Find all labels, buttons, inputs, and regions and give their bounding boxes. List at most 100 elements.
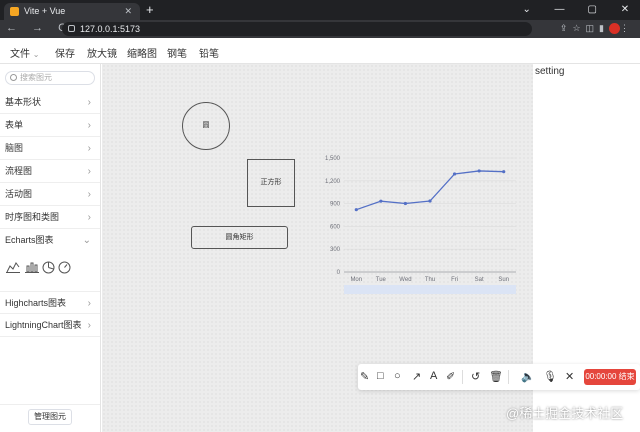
data-point[interactable] <box>403 201 408 206</box>
profile-avatar[interactable] <box>609 23 620 35</box>
x-tick-label: Tue <box>376 277 387 283</box>
screen-recorder-bar: ✎ □ ○ ↗ A ✐ ↺ 🗑 🔈 🎙 ✕ 00:00:00 结束 <box>358 364 640 390</box>
minimize-button[interactable]: — <box>544 0 574 20</box>
y-tick-label: 1,200 <box>325 179 341 185</box>
ellipse-tool-icon[interactable]: ○ <box>394 370 401 382</box>
category-form[interactable]: 表单 › <box>0 114 100 137</box>
datazoom-slider[interactable] <box>344 285 516 294</box>
data-point[interactable] <box>379 199 383 203</box>
chevron-right-icon: › <box>87 166 91 177</box>
x-tick-label: Thu <box>425 277 435 283</box>
category-lightningchart[interactable]: LightningChart图表 › <box>0 314 100 337</box>
speaker-icon[interactable]: 🔈 <box>521 370 535 383</box>
extension-icons: ⇪☆◫▮ ⋮ <box>560 23 634 35</box>
square-shape[interactable]: 正方形 <box>247 159 295 207</box>
line-chart-icon[interactable] <box>6 261 20 276</box>
category-basic-shapes[interactable]: 基本形状 › <box>0 91 100 114</box>
trash-icon[interactable]: 🗑 <box>489 370 503 383</box>
pen-tool-icon[interactable]: ✎ <box>360 370 369 383</box>
bar-chart-icon[interactable] <box>25 261 39 276</box>
url-field[interactable]: 127.0.0.1:5173 <box>62 22 532 36</box>
x-tick-label: Sat <box>475 277 484 283</box>
site-info-icon[interactable] <box>68 25 75 32</box>
chevron-right-icon: › <box>87 189 91 200</box>
close-icon[interactable]: ✕ <box>565 370 574 383</box>
browser-tab[interactable]: Vite + Vue ✕ <box>4 3 140 20</box>
menu-icon[interactable]: ⋮ <box>620 23 634 33</box>
category-label: 流程图 <box>5 166 33 176</box>
app-toolbar: 文件 ⌄ 保存 放大镜 缩略图 钢笔 铅笔 <box>0 38 640 64</box>
magnifier-button[interactable]: 放大镜 <box>87 45 117 60</box>
rectangle-tool-icon[interactable]: □ <box>377 370 384 382</box>
file-menu[interactable]: 文件 ⌄ <box>10 45 39 60</box>
category-label: 时序图和类图 <box>5 212 60 222</box>
window-controls: ⌄ — ▢ ✕ <box>512 0 640 20</box>
category-label: Highcharts图表 <box>5 298 67 308</box>
highlighter-tool-icon[interactable]: ✐ <box>446 370 455 383</box>
y-tick-label: 600 <box>330 224 341 230</box>
echarts-line-chart[interactable]: 0 300 600 900 1,200 1,500 Mon Tue Wed Thu Fri Sat S… <box>317 152 522 300</box>
pen-button[interactable]: 钢笔 <box>167 45 187 60</box>
file-menu-label: 文件 <box>10 49 30 60</box>
chevron-down-icon: ⌄ <box>32 50 40 59</box>
echarts-icon-group <box>6 261 96 277</box>
data-point[interactable] <box>477 169 481 173</box>
x-tick-label: Mon <box>350 277 362 283</box>
data-point[interactable] <box>428 199 432 203</box>
category-highcharts[interactable]: Highcharts图表 › <box>0 291 100 314</box>
undo-icon[interactable]: ↺ <box>471 370 480 383</box>
x-tick-label: Fri <box>451 277 458 283</box>
setting-title: setting <box>535 66 565 77</box>
chevron-right-icon: › <box>87 212 91 223</box>
category-flowchart[interactable]: 流程图 › <box>0 160 100 183</box>
y-tick-label: 0 <box>337 270 341 276</box>
save-button[interactable]: 保存 <box>55 45 75 60</box>
category-activity[interactable]: 活动图 › <box>0 183 100 206</box>
category-sequence-class[interactable]: 时序图和类图 › <box>0 206 100 229</box>
category-mindmap[interactable]: 脑图 › <box>0 137 100 160</box>
extensions-icon[interactable]: ◫ <box>586 23 600 33</box>
y-tick-label: 1,500 <box>325 156 341 162</box>
tab-search-icon[interactable]: ⌄ <box>512 0 542 20</box>
category-label: LightningChart图表 <box>5 320 82 330</box>
vite-favicon-icon <box>10 7 19 16</box>
search-icon <box>10 74 17 81</box>
search-input[interactable]: 搜索图元 <box>5 71 95 85</box>
browser-tab-bar: Vite + Vue ✕ + ⌄ — ▢ ✕ <box>0 0 640 20</box>
data-point[interactable] <box>452 172 457 176</box>
data-point[interactable] <box>502 170 506 174</box>
star-icon[interactable]: ☆ <box>572 23 585 33</box>
maximize-button[interactable]: ▢ <box>577 0 607 20</box>
manage-shapes-button[interactable]: 管理图元 <box>28 409 72 425</box>
category-label: 表单 <box>5 120 24 130</box>
url-text: 127.0.0.1:5173 <box>80 24 141 34</box>
close-window-button[interactable]: ✕ <box>610 0 640 20</box>
gauge-chart-icon[interactable] <box>58 261 71 277</box>
category-label: 活动图 <box>5 189 33 199</box>
category-label: 脑图 <box>5 143 24 153</box>
shape-library-sidebar: 搜索图元 基本形状 › 表单 › 脑图 › 流程图 › 活动图 › 时序图和类图 › Ech… <box>0 64 101 432</box>
chevron-right-icon: › <box>87 143 91 154</box>
rounded-rect-shape[interactable]: 圆角矩形 <box>191 226 288 249</box>
watermark: @稀土掘金技术社区 <box>506 406 624 421</box>
x-tick-label: Wed <box>399 277 411 283</box>
stop-recording-button[interactable]: 00:00:00 结束 <box>584 369 636 385</box>
new-tab-button[interactable]: + <box>146 2 154 17</box>
text-tool-icon[interactable]: A <box>430 370 437 382</box>
circle-shape[interactable]: 圆 <box>182 102 230 150</box>
divider <box>508 370 509 384</box>
pie-chart-icon[interactable] <box>42 261 55 277</box>
pencil-button[interactable]: 铅笔 <box>199 45 219 60</box>
sidebar-divider <box>0 404 100 405</box>
data-point[interactable] <box>354 208 358 212</box>
address-bar-row: ← → C 127.0.0.1:5173 ⇪☆◫▮ ⋮ <box>0 20 640 38</box>
category-echarts[interactable]: Echarts图表 ⌄ <box>0 229 100 252</box>
sidepanel-icon[interactable]: ▮ <box>599 23 609 33</box>
arrow-tool-icon[interactable]: ↗ <box>412 370 421 383</box>
thumbnail-button[interactable]: 缩略图 <box>127 45 157 60</box>
microphone-icon[interactable]: 🎙 <box>543 370 557 383</box>
share-icon[interactable]: ⇪ <box>560 23 573 33</box>
chevron-right-icon: › <box>87 298 91 309</box>
tab-close-icon[interactable]: ✕ <box>124 3 132 20</box>
circle-label: 圆 <box>202 122 210 129</box>
